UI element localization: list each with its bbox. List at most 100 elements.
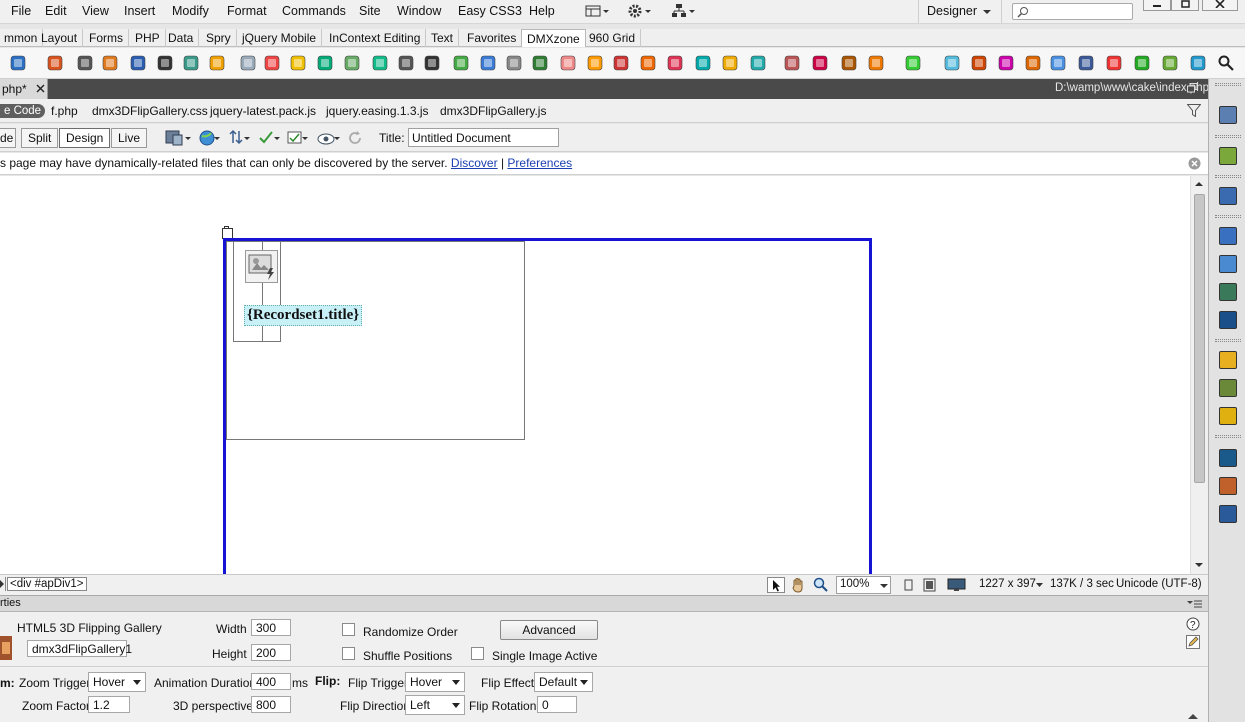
design-view[interactable]: {Recordset1.title} xyxy=(0,176,1190,574)
tag-inspector-icon[interactable] xyxy=(1219,283,1237,301)
insert-object-icon[interactable] xyxy=(998,55,1014,71)
css-styles-icon[interactable] xyxy=(1219,227,1237,245)
perspective-input[interactable]: 800 xyxy=(251,696,291,713)
single-image-active-checkbox[interactable] xyxy=(471,647,484,660)
insert-object-icon[interactable] xyxy=(722,55,738,71)
tab-dmxzone[interactable]: DMXzone xyxy=(521,29,586,47)
search-icon[interactable] xyxy=(1218,55,1234,71)
minimize-button[interactable] xyxy=(1143,0,1171,11)
hand-tool-icon[interactable] xyxy=(790,577,806,593)
menu-site[interactable]: Site xyxy=(359,4,381,18)
tab-incontext-editing[interactable]: InContext Editing xyxy=(324,29,427,47)
insert-object-icon[interactable] xyxy=(560,55,576,71)
maximize-button[interactable] xyxy=(1171,0,1199,11)
menu-format[interactable]: Format xyxy=(227,4,267,18)
widget-id-input[interactable]: dmx3dFlipGallery1 xyxy=(27,640,132,657)
source-code-button[interactable]: e Code xyxy=(0,104,46,118)
properties-header[interactable]: rties xyxy=(0,595,1208,612)
site-dropdown[interactable] xyxy=(671,3,697,20)
insert-object-icon[interactable] xyxy=(1078,55,1094,71)
insert-object-icon[interactable] xyxy=(209,55,225,71)
insert-object-icon[interactable] xyxy=(613,55,629,71)
help-icon[interactable]: ? xyxy=(1186,617,1200,631)
close-window-button[interactable] xyxy=(1202,0,1238,11)
height-input[interactable]: 200 xyxy=(251,644,291,661)
extend-dropdown[interactable] xyxy=(627,3,653,20)
design-view-button[interactable]: Design xyxy=(59,128,111,148)
related-file[interactable]: jquery-latest.pack.js xyxy=(210,104,316,118)
insert-object-icon[interactable] xyxy=(372,55,388,71)
zoom-factor-input[interactable]: 1.2 xyxy=(88,696,130,713)
panel-menu-icon[interactable] xyxy=(1187,600,1202,608)
multiscreen-icon[interactable] xyxy=(165,129,191,147)
close-tab-icon[interactable] xyxy=(36,84,45,93)
tab-php[interactable]: PHP xyxy=(130,29,166,47)
insert-object-icon[interactable] xyxy=(1190,55,1206,71)
layout-dropdown[interactable] xyxy=(585,3,611,20)
insert-object-icon[interactable] xyxy=(905,55,921,71)
shuffle-positions-checkbox[interactable] xyxy=(342,647,355,660)
flip-rotation-input[interactable]: 0 xyxy=(537,696,577,713)
assets-panel-icon[interactable] xyxy=(1219,147,1237,165)
insert-object-icon[interactable] xyxy=(944,55,960,71)
insert-object-icon[interactable] xyxy=(1162,55,1178,71)
scroll-up-icon[interactable] xyxy=(1195,181,1203,187)
tab-favorites[interactable]: Favorites xyxy=(462,29,523,47)
menu-view[interactable]: View xyxy=(82,4,109,18)
flip-direction-select[interactable]: Left xyxy=(405,695,465,715)
insert-object-icon[interactable] xyxy=(10,55,26,71)
menu-file[interactable]: File xyxy=(11,4,31,18)
insert-object-icon[interactable] xyxy=(971,55,987,71)
visual-aids-icon[interactable] xyxy=(287,129,309,147)
zoom-trigger-select[interactable]: Hover xyxy=(88,672,146,692)
insert-object-icon[interactable] xyxy=(587,55,603,71)
panel-grip[interactable] xyxy=(1215,339,1241,342)
live-view-button[interactable]: Live xyxy=(111,128,148,148)
menu-modify[interactable]: Modify xyxy=(172,4,209,18)
related-file[interactable]: f.php xyxy=(51,104,78,118)
pointer-tool-icon[interactable] xyxy=(767,577,785,593)
width-input[interactable]: 300 xyxy=(251,619,291,636)
insert-object-icon[interactable] xyxy=(841,55,857,71)
insert-object-icon[interactable] xyxy=(667,55,683,71)
tab-layout[interactable]: Layout xyxy=(36,29,84,47)
insert-object-icon[interactable] xyxy=(1025,55,1041,71)
tab-data[interactable]: Data xyxy=(163,29,200,47)
tag-selector[interactable]: <div #apDiv1> xyxy=(7,577,87,591)
file-management-icon[interactable] xyxy=(229,129,251,147)
preferences-link[interactable]: Preferences xyxy=(507,156,572,170)
insert-object-icon[interactable] xyxy=(1134,55,1150,71)
insert-object-icon[interactable] xyxy=(1106,55,1122,71)
panel-grip[interactable] xyxy=(1215,215,1241,218)
tab-forms[interactable]: Forms xyxy=(84,29,129,47)
zoom-select[interactable]: 100% xyxy=(836,576,891,594)
collapse-panel-icon[interactable] xyxy=(1188,714,1198,720)
insert-object-icon[interactable] xyxy=(317,55,333,71)
animation-duration-input[interactable]: 400 xyxy=(251,673,291,690)
insert-object-icon[interactable] xyxy=(812,55,828,71)
insert-object-icon[interactable] xyxy=(130,55,146,71)
desktop-size-icon[interactable] xyxy=(947,578,967,592)
menu-commands[interactable]: Commands xyxy=(282,4,346,18)
ap-elements-icon[interactable] xyxy=(1219,255,1237,273)
document-title-input[interactable]: Untitled Document xyxy=(408,128,559,147)
document-tab[interactable]: php* xyxy=(0,79,48,99)
history-panel-icon[interactable] xyxy=(1219,505,1237,523)
insert-object-icon[interactable] xyxy=(290,55,306,71)
workspace-switcher[interactable]: Designer xyxy=(918,0,1002,23)
jquery-panel-icon[interactable] xyxy=(1219,187,1237,205)
tab-text[interactable]: Text xyxy=(426,29,460,47)
mobile-size-icon[interactable] xyxy=(903,579,915,591)
panel-grip[interactable] xyxy=(1215,435,1241,438)
restore-document-icon[interactable] xyxy=(1187,83,1198,93)
tab-jquery-mobile[interactable]: jQuery Mobile xyxy=(237,29,323,47)
related-file[interactable]: jquery.easing.1.3.js xyxy=(326,104,429,118)
insert-object-icon[interactable] xyxy=(240,55,256,71)
toolbox-icon[interactable] xyxy=(1219,477,1237,495)
menu-edit[interactable]: Edit xyxy=(45,4,67,18)
insert-object-icon[interactable] xyxy=(344,55,360,71)
menu-window[interactable]: Window xyxy=(397,4,441,18)
help-search-input[interactable] xyxy=(1012,3,1133,20)
insert-object-icon[interactable] xyxy=(77,55,93,71)
databases-icon[interactable] xyxy=(1219,351,1237,369)
